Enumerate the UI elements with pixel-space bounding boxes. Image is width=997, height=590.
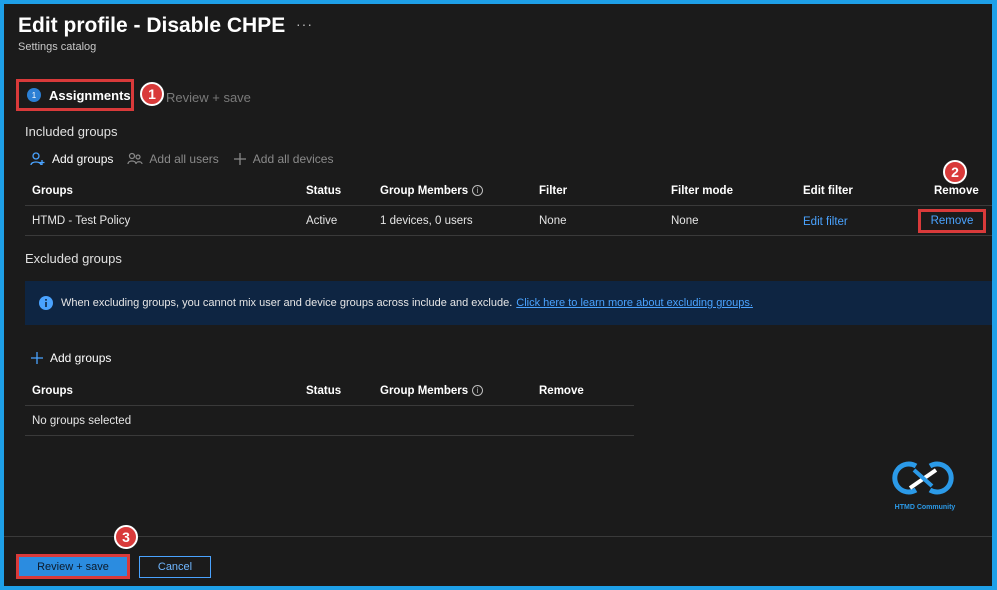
page-subtitle: Settings catalog xyxy=(18,41,97,53)
excluded-groups-table: Groups Status Group Members i Remove No g… xyxy=(25,376,634,436)
plus-icon xyxy=(233,152,247,166)
group-members: 1 devices, 0 users xyxy=(380,215,473,227)
table-header-row: Groups Status Group Members i Filter Filt… xyxy=(25,176,992,206)
col-group-members: Group Members i xyxy=(380,185,484,197)
col-group-members-label: Group Members xyxy=(380,185,469,197)
empty-state-text: No groups selected xyxy=(32,415,132,427)
col-group-members-label: Group Members xyxy=(380,385,469,397)
cancel-button[interactable]: Cancel xyxy=(139,556,211,578)
exclusion-info-banner: When excluding groups, you cannot mix us… xyxy=(25,281,992,325)
col-groups: Groups xyxy=(32,385,73,397)
col-status: Status xyxy=(306,185,342,197)
col-edit-filter: Edit filter xyxy=(803,185,853,197)
annotation-badge-3: 3 xyxy=(114,525,138,549)
add-excluded-groups-label: Add groups xyxy=(50,351,112,365)
info-circle-icon xyxy=(39,296,53,310)
htmd-logo: HTMD Community xyxy=(890,458,960,518)
more-options-button[interactable]: ··· xyxy=(296,16,313,32)
remove-group-button[interactable]: Remove xyxy=(918,209,986,233)
col-filter-mode: Filter mode xyxy=(671,185,733,197)
footer-divider xyxy=(4,536,992,537)
step-number-icon: 1 xyxy=(27,88,41,102)
excluded-toolbar: Add groups xyxy=(30,351,125,365)
included-groups-heading: Included groups xyxy=(25,124,118,139)
included-groups-table: Groups Status Group Members i Filter Filt… xyxy=(25,176,992,236)
group-name: HTMD - Test Policy xyxy=(32,215,131,227)
edit-filter-link[interactable]: Edit filter xyxy=(803,216,848,228)
tab-assignments[interactable]: 1 Assignments xyxy=(16,79,134,111)
learn-more-link[interactable]: Click here to learn more about excluding… xyxy=(516,297,753,309)
app-frame: Edit profile - Disable CHPE ··· Settings… xyxy=(4,4,992,586)
plus-icon xyxy=(30,351,44,365)
col-group-members: Group Members i xyxy=(380,385,484,397)
col-status: Status xyxy=(306,385,342,397)
included-toolbar: Add groups Add all users Add all devices xyxy=(30,151,347,167)
page-title: Edit profile - Disable CHPE xyxy=(18,14,286,37)
col-remove: Remove xyxy=(934,185,979,197)
group-filter-mode: None xyxy=(671,215,699,227)
add-groups-label: Add groups xyxy=(52,152,114,166)
group-status: Active xyxy=(306,215,338,227)
add-all-devices-button[interactable]: Add all devices xyxy=(233,152,334,166)
annotation-badge-1: 1 xyxy=(140,82,164,106)
add-all-devices-label: Add all devices xyxy=(252,152,334,166)
add-all-users-button[interactable]: Add all users xyxy=(127,151,219,167)
col-groups: Groups xyxy=(32,185,73,197)
review-save-button[interactable]: Review + save xyxy=(16,554,130,579)
add-all-users-label: Add all users xyxy=(149,152,219,166)
col-remove: Remove xyxy=(539,385,584,397)
htmd-logo-mark xyxy=(892,461,954,495)
info-text: When excluding groups, you cannot mix us… xyxy=(61,297,513,309)
tab-review-save[interactable]: Review + save xyxy=(166,90,251,105)
add-groups-button[interactable]: Add groups xyxy=(30,151,113,167)
table-row: No groups selected xyxy=(25,406,634,436)
add-user-icon xyxy=(30,151,46,167)
users-icon xyxy=(127,151,143,167)
col-filter: Filter xyxy=(539,185,568,197)
table-header-row: Groups Status Group Members i Remove xyxy=(25,376,634,406)
info-icon: i xyxy=(472,385,484,397)
tab-assignments-label: Assignments xyxy=(49,87,131,103)
htmd-logo-text: HTMD Community xyxy=(894,504,956,511)
group-filter: None xyxy=(539,215,567,227)
table-row: HTMD - Test Policy Active 1 devices, 0 u… xyxy=(25,206,992,236)
add-excluded-groups-button[interactable]: Add groups xyxy=(30,351,111,365)
info-icon: i xyxy=(472,185,484,197)
excluded-groups-heading: Excluded groups xyxy=(25,251,122,266)
